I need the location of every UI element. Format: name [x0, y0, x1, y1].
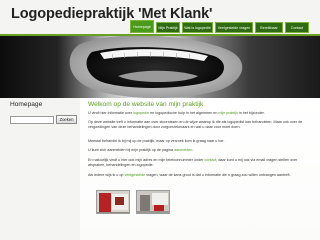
- site-title: Logopediepraktijk 'Met Klank': [11, 6, 213, 22]
- contact-paragraph: En natuurlijk vindt u hier ook mijn adre…: [88, 158, 312, 168]
- aanmelden-link[interactable]: aanmelden: [174, 148, 192, 152]
- nav-item-wat-is-logopedie[interactable]: Wat is logopedie: [182, 22, 213, 33]
- main-nav: Homepage Mijn Praktijk Wat is logopedie …: [130, 20, 309, 33]
- info-paragraph: Op deze website treft u informatie aan o…: [88, 120, 303, 129]
- main-content: Welkom op de website van mijn praktijk U…: [80, 98, 320, 240]
- search-button[interactable]: Zoeken: [56, 115, 77, 124]
- nav-item-homepage[interactable]: Homepage: [130, 20, 154, 33]
- sidebar-heading: Homepage: [10, 101, 43, 108]
- signup-text-end: .: [192, 148, 194, 152]
- faq-text: Als iedere wijs ik u op: [88, 173, 125, 177]
- nav-item-contact[interactable]: Contact: [285, 22, 309, 33]
- veelgestelde-link[interactable]: veelgestelde: [124, 173, 145, 177]
- signup-text: U kunt zich aanmelden bij mijn praktijk …: [88, 148, 175, 152]
- therapy-room-image: [137, 191, 169, 213]
- red-door-image: [97, 191, 129, 213]
- nav-item-veelgestelde-vragen[interactable]: Veelgestelde vragen: [215, 22, 253, 33]
- intro-paragraph: U vindt hier informatie over logopedie e…: [88, 111, 312, 116]
- mouth-photo: [69, 36, 243, 98]
- nav-item-mijn-praktijk[interactable]: Mijn Praktijk: [156, 22, 180, 33]
- logopedie-link[interactable]: logopedie: [133, 111, 149, 115]
- contact-text: En natuurlijk vindt u hier ook mijn adre…: [88, 158, 205, 162]
- intro-text-end: in het bijzonder.: [237, 111, 265, 115]
- banner-image: [0, 36, 320, 98]
- practice-photo-2: [136, 190, 170, 214]
- nav-item-bereikbaar[interactable]: Bereikbaar: [255, 22, 283, 33]
- intro-text: U vindt hier informatie over: [88, 111, 134, 115]
- content-heading: Welkom op de website van mijn praktijk: [88, 101, 204, 108]
- mijn-praktijk-link[interactable]: mijn praktijk: [218, 111, 237, 115]
- practice-photo-1: [96, 190, 130, 214]
- treatment-paragraph: Meestal behandel ik bij mij op de prakti…: [88, 139, 225, 143]
- faq-text-end: vragen, waar de kans groot is dat u info…: [145, 173, 291, 177]
- faq-paragraph: Als iedere wijs ik u op veelgestelde vra…: [88, 173, 312, 178]
- contact-link[interactable]: contact: [204, 158, 216, 162]
- signup-paragraph: U kunt zich aanmelden bij mijn praktijk …: [88, 148, 312, 153]
- intro-text-mid: en logopedische hulp in het algemeen en: [149, 111, 219, 115]
- search-input[interactable]: [10, 116, 54, 124]
